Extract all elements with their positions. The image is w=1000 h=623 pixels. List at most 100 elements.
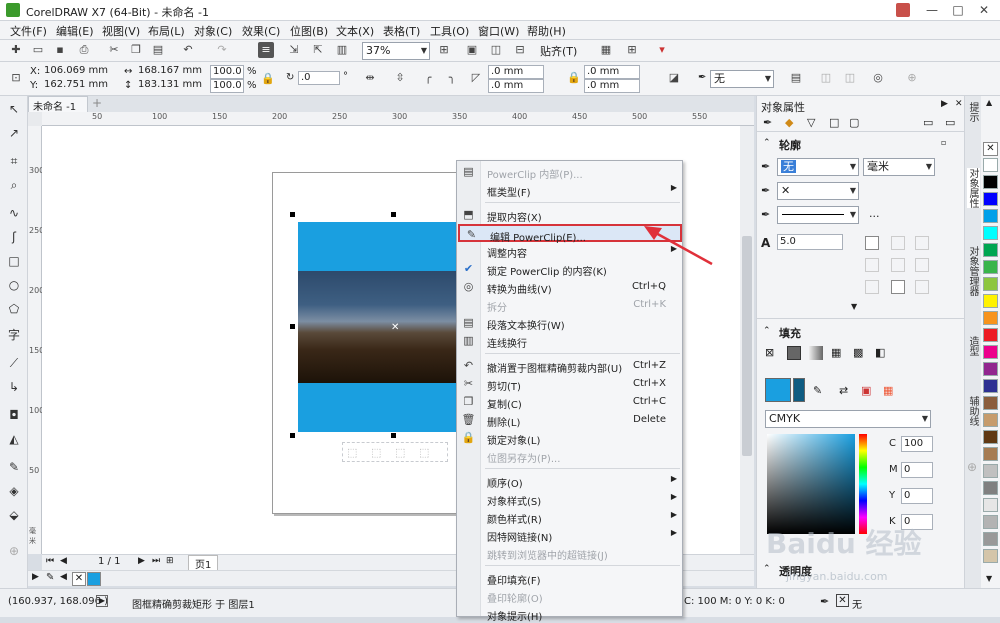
- docker-menu-icon[interactable]: ▭: [945, 116, 955, 129]
- palette-swatch[interactable]: [983, 498, 998, 512]
- palette-down-icon[interactable]: ▼: [986, 574, 992, 583]
- open-icon[interactable]: ▭: [30, 42, 46, 58]
- launch-icon[interactable]: ▾: [654, 42, 670, 58]
- export-icon[interactable]: ⇱: [310, 42, 326, 58]
- tab-object-manager[interactable]: 对象管理器: [967, 246, 980, 296]
- document-tab[interactable]: 未命名 -1: [28, 96, 88, 113]
- transparency-tool-icon[interactable]: ◭: [5, 430, 23, 448]
- chamfer-corner-icon[interactable]: ◸: [468, 70, 484, 86]
- paste-icon[interactable]: ▤: [150, 42, 166, 58]
- corner-top-left-field[interactable]: .0 mm: [488, 65, 544, 79]
- expand-outline-icon[interactable]: ▼: [851, 302, 857, 311]
- no-color-swatch[interactable]: ✕: [983, 142, 998, 156]
- collapse-fill-icon[interactable]: ⌃: [763, 326, 771, 336]
- round-join-icon[interactable]: [891, 236, 905, 250]
- uniform-fill-icon[interactable]: [787, 346, 801, 360]
- cyan-field[interactable]: 100: [901, 436, 933, 452]
- scale-y-field[interactable]: 100.0: [210, 79, 244, 93]
- frame-tab-icon[interactable]: ▢: [849, 116, 859, 129]
- outline-tab-icon[interactable]: ✒: [763, 116, 772, 129]
- smart-fill-icon[interactable]: ⬙: [5, 506, 23, 524]
- rotation-field[interactable]: .0: [298, 71, 340, 85]
- connector-tool-icon[interactable]: ↳: [5, 378, 23, 396]
- cyan-swatch[interactable]: [87, 572, 101, 586]
- collapse-outline-icon[interactable]: ⌃: [763, 138, 771, 148]
- menu-help[interactable]: 帮助(H): [527, 23, 566, 39]
- context-menu-item[interactable]: ▤ 段落文本换行(W): [457, 314, 682, 332]
- pick-tool-icon[interactable]: ↖: [5, 100, 23, 118]
- context-menu-item[interactable]: 🗑 删除(L) Delete: [457, 411, 682, 429]
- context-menu-item[interactable]: 因特网链接(N) ▶: [457, 526, 682, 544]
- save-icon[interactable]: ▪: [52, 42, 68, 58]
- palette-swatch[interactable]: [983, 226, 998, 240]
- first-page-icon[interactable]: ⏮: [46, 556, 54, 566]
- previous-color-preview[interactable]: [793, 378, 805, 402]
- menu-window[interactable]: 窗口(W): [478, 23, 519, 39]
- outline-width-combo[interactable]: 无 ▼: [710, 70, 774, 88]
- context-menu-item[interactable]: 🔒 锁定对象(L): [457, 429, 682, 447]
- artistic-media-icon[interactable]: ʃ: [5, 228, 23, 246]
- color-palettes-icon[interactable]: ▦: [883, 384, 893, 397]
- butt-cap-icon[interactable]: [865, 258, 879, 272]
- section-options-icon[interactable]: ▫: [941, 138, 946, 147]
- last-page-icon[interactable]: ⏭: [152, 556, 160, 566]
- line-style-combo[interactable]: ▼: [777, 206, 859, 224]
- y-position-field[interactable]: 162.751 mm: [42, 79, 112, 93]
- to-back-icon[interactable]: ◫: [842, 70, 858, 86]
- next-page-icon[interactable]: ▶: [138, 556, 145, 566]
- context-menu-item[interactable]: ✂ 剪切(T) Ctrl+X: [457, 375, 682, 393]
- selection-handle[interactable]: [391, 433, 396, 438]
- palette-swatch[interactable]: [983, 549, 998, 563]
- palette-swatch[interactable]: [983, 311, 998, 325]
- height-field[interactable]: 183.131 mm: [136, 79, 206, 93]
- horizontal-ruler[interactable]: 50 100 150 200 250 300 350 400 450 500 5…: [42, 112, 754, 126]
- add-docker-icon[interactable]: ⊕: [967, 460, 977, 474]
- position-center-icon[interactable]: [891, 280, 905, 294]
- close-button[interactable]: ✕: [972, 2, 996, 18]
- eyedropper-icon[interactable]: ✎: [46, 572, 54, 583]
- add-icon[interactable]: ⊕: [904, 70, 920, 86]
- context-menu-item[interactable]: ◎ 转换为曲线(V) Ctrl+Q: [457, 278, 682, 296]
- outline-color-picker[interactable]: ✕ ▼: [777, 182, 859, 200]
- edit-powerclip-icon[interactable]: ⬚: [347, 446, 357, 459]
- context-menu-item[interactable]: 叠印填充(F): [457, 569, 682, 587]
- new-tab-button[interactable]: +: [92, 96, 102, 110]
- transparency-tab-icon[interactable]: ▽: [807, 116, 815, 129]
- menu-object[interactable]: 对象(C): [194, 23, 232, 39]
- palette-swatch[interactable]: [983, 328, 998, 342]
- search-content-icon[interactable]: ≡: [258, 42, 274, 58]
- menu-text[interactable]: 文本(X): [336, 23, 374, 39]
- minimize-button[interactable]: —: [920, 2, 944, 18]
- palette-swatch[interactable]: [983, 192, 998, 206]
- wrap-text-icon[interactable]: ▤: [788, 70, 804, 86]
- color-model-combo[interactable]: CMYK ▼: [765, 410, 931, 428]
- zoom-fit-icon[interactable]: ⊞: [436, 42, 452, 58]
- context-menu-item[interactable]: 对象样式(S) ▶: [457, 490, 682, 508]
- summary-tab-icon[interactable]: □: [829, 116, 839, 129]
- show-grid-icon[interactable]: ⊟: [512, 42, 528, 58]
- zoom-tool-icon[interactable]: ⌕: [5, 176, 23, 194]
- corner-lock-icon[interactable]: 🔒: [566, 70, 582, 86]
- palette-arrow-icon[interactable]: ◀: [60, 572, 67, 582]
- selection-handle[interactable]: [290, 212, 295, 217]
- palette-swatch[interactable]: [983, 396, 998, 410]
- context-menu-item[interactable]: 颜色样式(R) ▶: [457, 508, 682, 526]
- color-eyedropper-icon[interactable]: ✎: [813, 384, 822, 397]
- interactive-fill-icon[interactable]: ◈: [5, 482, 23, 500]
- snap-to-menu[interactable]: 贴齐(T): [540, 43, 577, 59]
- vertical-ruler[interactable]: 300 250 200 150 100 50 毫米: [28, 126, 44, 554]
- palette-swatch[interactable]: [983, 379, 998, 393]
- yellow-field[interactable]: 0: [901, 488, 933, 504]
- menu-layout[interactable]: 布局(L): [148, 23, 185, 39]
- crop-tool-icon[interactable]: ⌗: [5, 152, 23, 170]
- color-viewers-icon[interactable]: ▣: [861, 384, 871, 397]
- position-outside-icon[interactable]: [865, 280, 879, 294]
- hue-slider[interactable]: [859, 434, 867, 534]
- convert-curves-icon[interactable]: ◎: [870, 70, 886, 86]
- eyedropper-tool-icon[interactable]: ✎: [5, 458, 23, 476]
- ruler-origin[interactable]: [28, 112, 42, 126]
- fill-color-preview[interactable]: [765, 378, 791, 402]
- menu-tools[interactable]: 工具(O): [430, 23, 469, 39]
- palette-swatch[interactable]: [983, 158, 998, 172]
- x-position-field[interactable]: 106.069 mm: [42, 65, 112, 79]
